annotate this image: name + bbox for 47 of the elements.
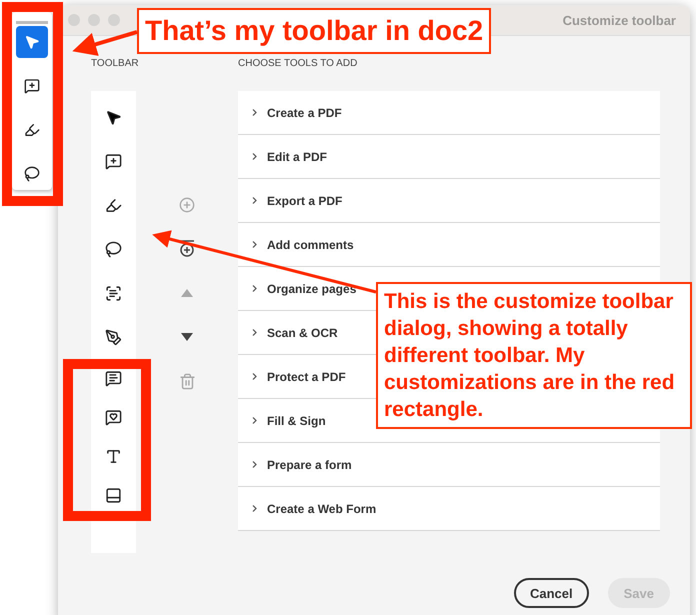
tool-group-label[interactable]: Prepare a form — [267, 458, 352, 472]
tool-group-label[interactable]: Protect a PDF — [267, 370, 346, 384]
chevron-icon — [252, 241, 257, 248]
highlighter-icon — [105, 196, 122, 214]
cancel-button[interactable]: Cancel — [514, 578, 589, 608]
comment-plus-icon — [105, 152, 122, 170]
toolbar-heading: TOOLBAR — [91, 58, 140, 71]
window-title: Customize toolbar — [562, 12, 676, 28]
chevron-icon — [252, 505, 257, 512]
chevron-icon — [252, 109, 257, 116]
comment-plus-icon — [24, 78, 40, 94]
chevron-icon — [252, 329, 257, 336]
chevron-icon — [252, 153, 257, 160]
chevron-icon — [252, 373, 257, 380]
lasso-icon — [24, 166, 40, 182]
chevron-icon — [252, 461, 257, 468]
chevron-icon — [252, 197, 257, 204]
annotation-text: That’s my toolbar in doc2 — [137, 8, 492, 54]
drag-handle[interactable] — [16, 21, 48, 24]
add-text-icon — [105, 448, 122, 465]
pointer-icon — [24, 34, 40, 50]
note-icon — [105, 487, 122, 504]
comment-stamp-icon — [105, 409, 122, 426]
move-up-icon — [181, 289, 193, 297]
add-separator-icon — [179, 240, 195, 258]
pointer-icon — [105, 108, 122, 126]
add-icon — [179, 197, 195, 213]
trash-icon — [178, 372, 196, 390]
tool-group-label[interactable]: Create a PDF — [267, 106, 342, 120]
highlighter-icon — [24, 122, 40, 138]
arrow — [72, 30, 138, 56]
chevron-icon — [252, 285, 257, 292]
comment-text-icon — [105, 370, 122, 387]
tool-group-label[interactable]: Edit a PDF — [267, 150, 328, 164]
lasso-icon — [105, 240, 122, 258]
tools-heading: CHOOSE TOOLS TO ADD — [238, 58, 358, 71]
pen-icon — [105, 328, 122, 346]
tool-group-label[interactable]: Fill & Sign — [267, 414, 326, 428]
move-down-icon — [181, 333, 193, 341]
tool-group-label[interactable]: Scan & OCR — [267, 326, 338, 340]
text-box-icon — [105, 284, 122, 302]
chevron-icon — [252, 417, 257, 424]
annotation-text: This is the customize toolbar dialog, showing a totally different toolbar. My customizations are in the red rectangle. — [376, 282, 692, 429]
tool-group-label[interactable]: Create a Web Form — [267, 502, 376, 516]
tool-group-label[interactable]: Export a PDF — [267, 194, 342, 208]
tool-group-label[interactable]: Add comments — [267, 238, 354, 252]
tool-group-label[interactable]: Organize pages — [267, 282, 356, 296]
